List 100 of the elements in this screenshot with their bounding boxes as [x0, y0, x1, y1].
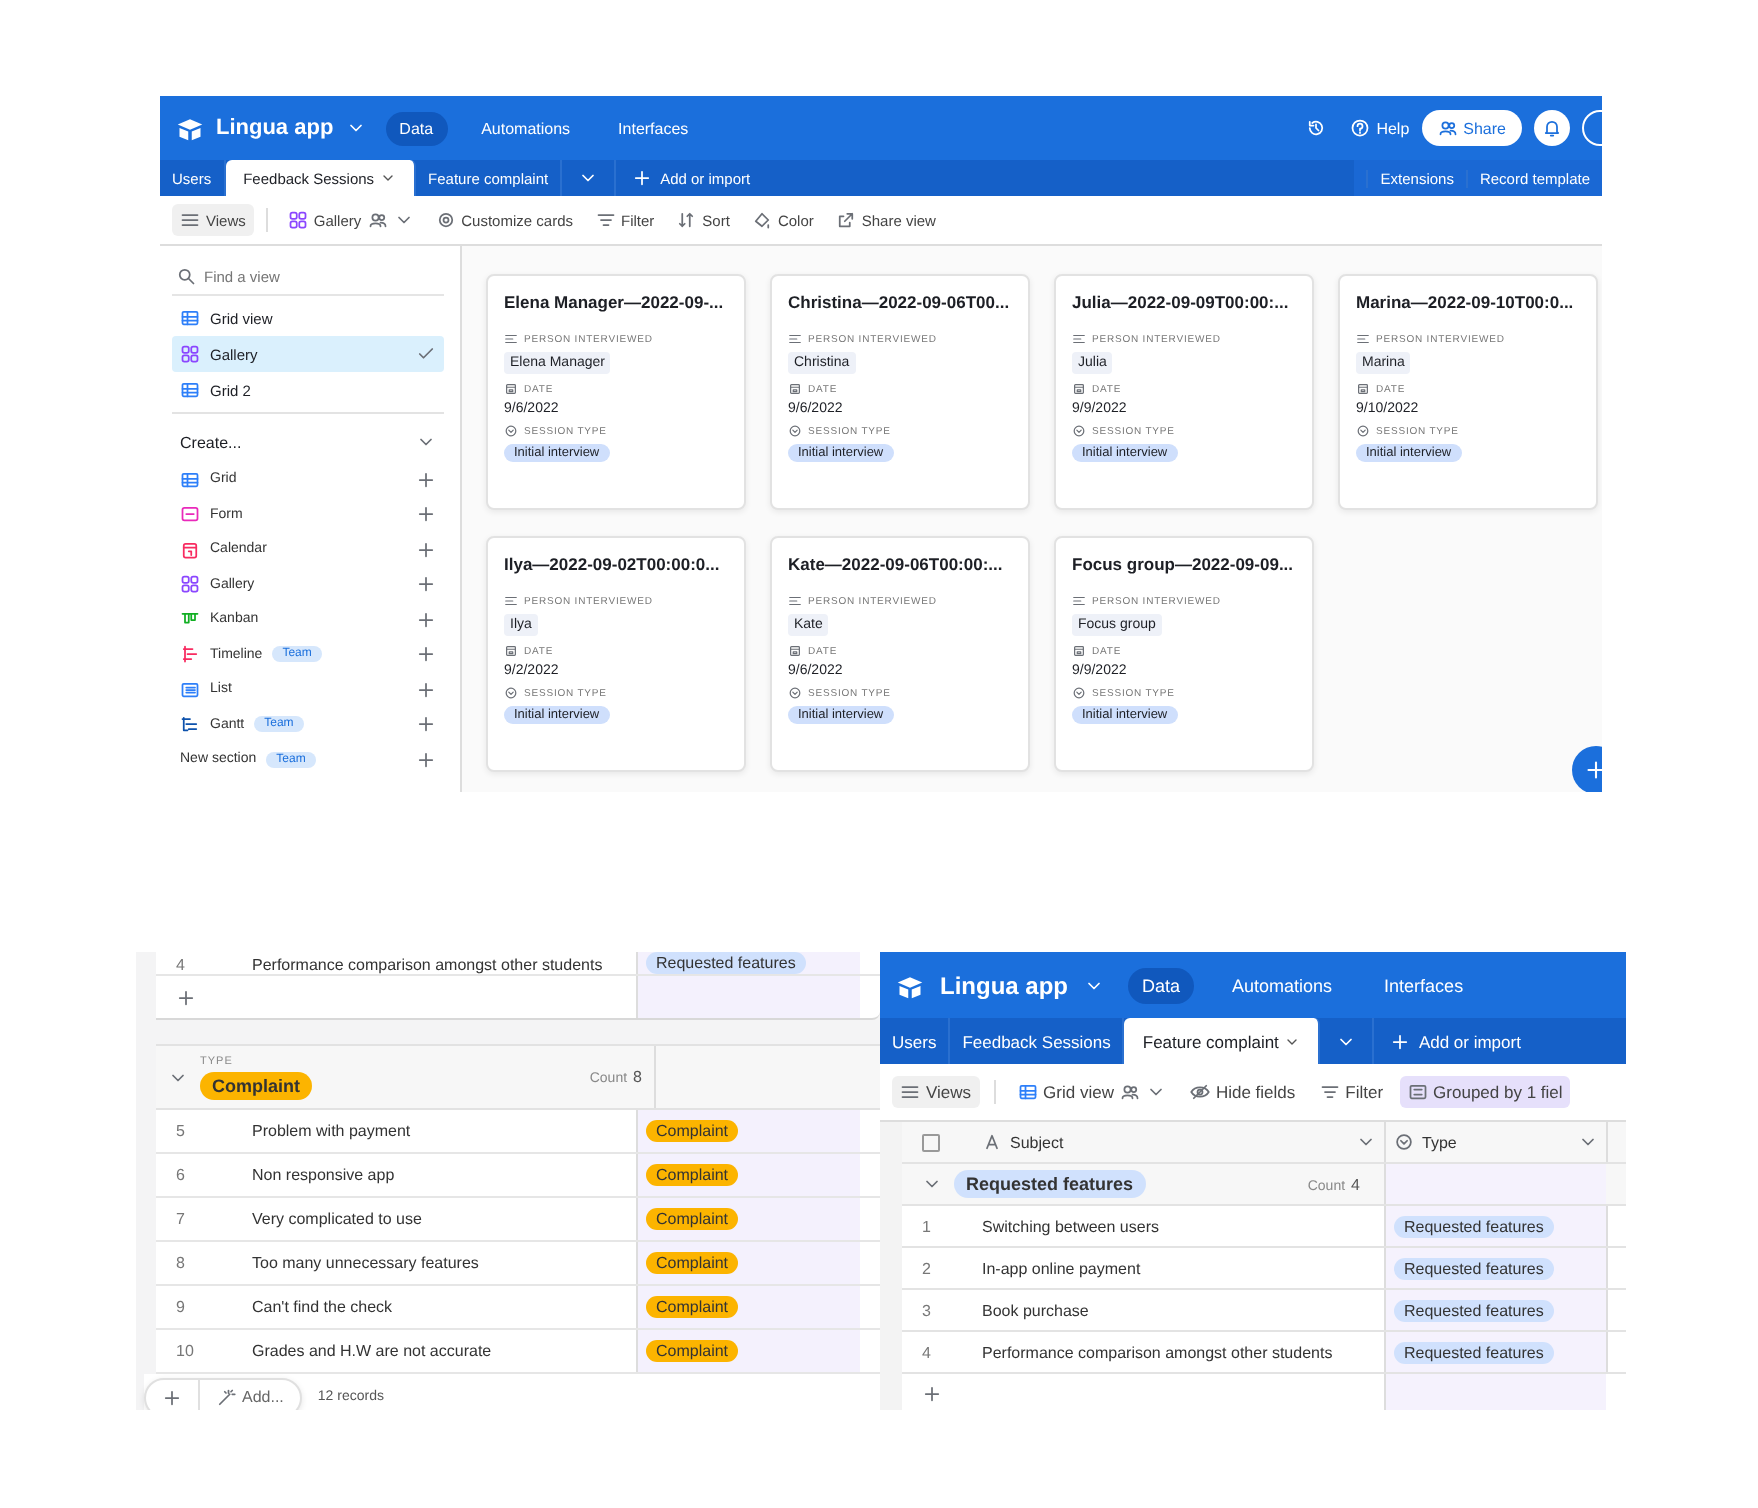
plus-icon: [632, 168, 653, 188]
select-chip: Complaint: [200, 1071, 312, 1099]
plus-icon: [416, 644, 436, 665]
plus-icon[interactable]: [922, 1384, 942, 1404]
text-lines-icon: [1356, 332, 1370, 346]
table-cell-text: Switching between users: [982, 1217, 1161, 1235]
check-icon: [416, 344, 436, 364]
history-icon[interactable]: [1306, 118, 1327, 138]
nav-tab[interactable]: Automations: [1218, 967, 1347, 1003]
row-number: 8: [174, 1254, 187, 1272]
form-icon: [180, 504, 200, 525]
card-title: Julia—2022-09-09T00:00:...: [1072, 292, 1291, 312]
select-chip: Complaint: [646, 1296, 739, 1318]
people-icon: [1119, 1082, 1140, 1102]
dropdown-icon: [504, 424, 518, 438]
share-icon: [835, 210, 856, 230]
calendar-icon: [1072, 382, 1086, 396]
calendar-icon: [504, 382, 518, 396]
select-chip: Requested features: [1394, 1299, 1554, 1321]
logo-icon: [176, 114, 204, 142]
nav-tab[interactable]: Data: [1128, 967, 1195, 1003]
share-button[interactable]: Share: [1421, 110, 1522, 146]
plus-icon: [416, 714, 436, 735]
row-number: 1: [920, 1217, 933, 1235]
row-number: 5: [174, 1122, 187, 1140]
column-header[interactable]: Subject: [982, 1132, 1384, 1152]
notification-button[interactable]: [1534, 110, 1570, 146]
calendar-icon: [788, 644, 802, 658]
grid-icon: [180, 469, 200, 490]
select-all-checkbox[interactable]: [922, 1133, 940, 1151]
filter-icon: [1319, 1082, 1340, 1102]
help-icon: [1350, 118, 1371, 138]
row-number: 9: [174, 1298, 187, 1316]
menu-icon: [900, 1082, 920, 1102]
add-or-import-button[interactable]: Add or import: [1374, 1018, 1537, 1064]
card-title: Christina—2022-09-06T00...: [788, 292, 1012, 312]
plus-icon[interactable]: [176, 987, 196, 1007]
text-lines-icon: [1072, 332, 1086, 346]
calendar-icon: [1072, 644, 1086, 658]
nav-tab[interactable]: Data: [385, 111, 448, 145]
nav-tab[interactable]: Interfaces: [1370, 967, 1478, 1003]
calendar-icon: [788, 382, 802, 396]
table-tab[interactable]: Feature complaint: [1124, 1018, 1321, 1064]
select-chip: Complaint: [646, 1208, 739, 1230]
grid-icon: [180, 380, 200, 400]
toolbar-button[interactable]: Filter: [1311, 1076, 1392, 1108]
table-cell-text: Grades and H.W are not accurate: [252, 1342, 494, 1360]
view-switcher[interactable]: Grid view: [1009, 1076, 1174, 1108]
row-number: 10: [174, 1342, 196, 1360]
table-cell-text: In-app online payment: [982, 1259, 1143, 1277]
plus-icon: [416, 504, 436, 525]
card-title: Elena Manager—2022-09-...: [504, 292, 726, 312]
app-name[interactable]: Lingua app: [216, 116, 334, 140]
select-chip: Complaint: [646, 1120, 739, 1142]
logo-icon: [896, 971, 924, 999]
plus-icon: [416, 574, 436, 595]
select-chip: Requested features: [954, 1170, 1146, 1198]
card-title: Marina—2022-09-10T00:0...: [1356, 292, 1576, 312]
bell-icon: [1542, 118, 1562, 138]
calendar-icon: [504, 644, 518, 658]
chevron-down-icon: [380, 170, 397, 186]
gallery-icon: [287, 210, 308, 230]
nav-tab[interactable]: Interfaces: [604, 111, 703, 145]
card-title: Focus group—2022-09-09...: [1072, 554, 1296, 574]
card-title: Kate—2022-09-06T00:00:...: [788, 554, 1005, 574]
toolbar-button[interactable]: Hide fields: [1181, 1076, 1304, 1108]
table-cell-text: Book purchase: [982, 1301, 1091, 1319]
plus-icon: [416, 469, 436, 490]
select-chip: Requested features: [1394, 1257, 1554, 1279]
dropdown-icon: [788, 686, 802, 700]
select-chip: Requested features: [1394, 1341, 1554, 1363]
table-cell-text: Problem with payment: [252, 1122, 413, 1140]
table-tab[interactable]: Users: [880, 1018, 951, 1064]
text-lines-icon: [788, 594, 802, 608]
row-number: 4: [920, 1343, 933, 1361]
dropdown-icon: [1356, 424, 1370, 438]
table-cell-text: Can't find the check: [252, 1298, 395, 1316]
views-button[interactable]: Views: [892, 1076, 980, 1108]
help-link[interactable]: Help: [1376, 119, 1410, 137]
row-number: 2: [920, 1259, 933, 1277]
toolbar-button[interactable]: Grouped by 1 fiel: [1399, 1076, 1571, 1108]
dropdown-icon: [1072, 686, 1086, 700]
plus-icon: [416, 749, 436, 770]
table-cell-text: Too many unnecessary features: [252, 1254, 481, 1272]
gallery-icon: [180, 574, 200, 595]
select-chip: Requested features: [1394, 1215, 1554, 1237]
people-icon: [1437, 118, 1458, 138]
menu-icon: [180, 210, 200, 230]
dropdown-icon: [788, 424, 802, 438]
magic-wand-icon: [216, 1387, 236, 1407]
grid-icon: [1017, 1082, 1038, 1102]
dropdown-icon: [1072, 424, 1086, 438]
text-lines-icon: [504, 594, 518, 608]
select-chip: Complaint: [646, 1164, 739, 1186]
app-name[interactable]: Lingua app: [940, 971, 1068, 999]
nav-tab[interactable]: Automations: [467, 111, 585, 145]
gallery-icon: [180, 344, 200, 364]
dropdown-icon: [504, 686, 518, 700]
search-icon: [176, 266, 196, 286]
grid-icon: [180, 308, 200, 328]
